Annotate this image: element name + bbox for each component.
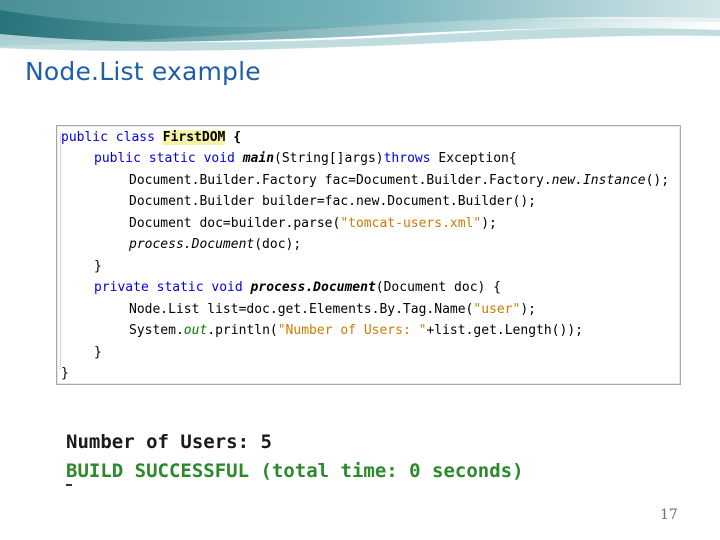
code-text: Document.Builder builder=fac.new.Documen… xyxy=(129,194,536,209)
code-string: "Number of Users: " xyxy=(277,323,427,338)
console-output: Number of Users: 5 BUILD SUCCESSFUL (tot… xyxy=(66,428,524,486)
code-text: (doc); xyxy=(254,237,302,252)
code-text: } xyxy=(94,345,102,360)
code-text: } xyxy=(94,259,102,274)
code-line: } xyxy=(61,365,69,383)
code-keyword: public class xyxy=(61,130,163,145)
code-text: { xyxy=(225,130,242,145)
method-name: main xyxy=(242,151,275,166)
page-number: 17 xyxy=(660,507,678,523)
decorative-swoosh xyxy=(0,0,720,51)
code-line: private static void process.Document(Doc… xyxy=(94,279,501,297)
code-text: Document.Builder.Factory fac=Document.Bu… xyxy=(129,173,552,188)
code-line: Document doc=builder.parse("tomcat-users… xyxy=(129,215,497,233)
code-line: process.Document(doc); xyxy=(129,236,301,254)
code-line: public static void main(String[]args)thr… xyxy=(94,150,517,168)
code-text: ); xyxy=(520,302,536,317)
code-keyword: public static void xyxy=(94,151,243,166)
code-text: +list.get.Length()); xyxy=(426,323,583,338)
code-text: .println( xyxy=(207,323,278,338)
code-keyword: throws xyxy=(383,151,431,166)
code-text: (String[]args) xyxy=(274,151,384,166)
code-string: "tomcat-users.xml" xyxy=(340,216,482,231)
code-string: "user" xyxy=(473,302,521,317)
static-field: out xyxy=(183,323,208,338)
class-name-highlight: FirstDOM xyxy=(162,130,226,145)
code-line: Node.List list=doc.get.Elements.By.Tag.N… xyxy=(129,301,536,319)
code-line: Document.Builder.Factory fac=Document.Bu… xyxy=(129,172,669,190)
method-name: process.Document xyxy=(129,237,255,252)
code-text: (); xyxy=(645,173,670,188)
code-text: } xyxy=(61,366,69,381)
code-line: public class FirstDOM { xyxy=(61,129,241,147)
code-text: Node.List list=doc.get.Elements.By.Tag.N… xyxy=(129,302,474,317)
code-line: } xyxy=(94,344,102,362)
code-keyword: private static void xyxy=(94,280,251,295)
code-line: Document.Builder builder=fac.new.Documen… xyxy=(129,193,536,211)
method-name: process.Document xyxy=(250,280,376,295)
fold-guide xyxy=(60,134,62,369)
method-name: new.Instance xyxy=(551,173,646,188)
code-text: System. xyxy=(129,323,184,338)
code-text: (Document doc) { xyxy=(375,280,502,295)
code-line: System.out.println("Number of Users: "+l… xyxy=(129,322,583,340)
code-text: Exception{ xyxy=(430,151,517,166)
slide-title: Node.List example xyxy=(25,57,261,86)
code-text: Document doc=builder.parse( xyxy=(129,216,341,231)
code-editor-panel: public class FirstDOM { public static vo… xyxy=(56,125,681,385)
output-line-build: BUILD SUCCESSFUL (total time: 0 seconds) xyxy=(66,460,524,482)
console-cursor xyxy=(66,484,72,486)
header-banner xyxy=(0,0,720,60)
code-text: ); xyxy=(481,216,497,231)
output-line-count: Number of Users: 5 xyxy=(66,431,272,453)
code-line: } xyxy=(94,258,102,276)
